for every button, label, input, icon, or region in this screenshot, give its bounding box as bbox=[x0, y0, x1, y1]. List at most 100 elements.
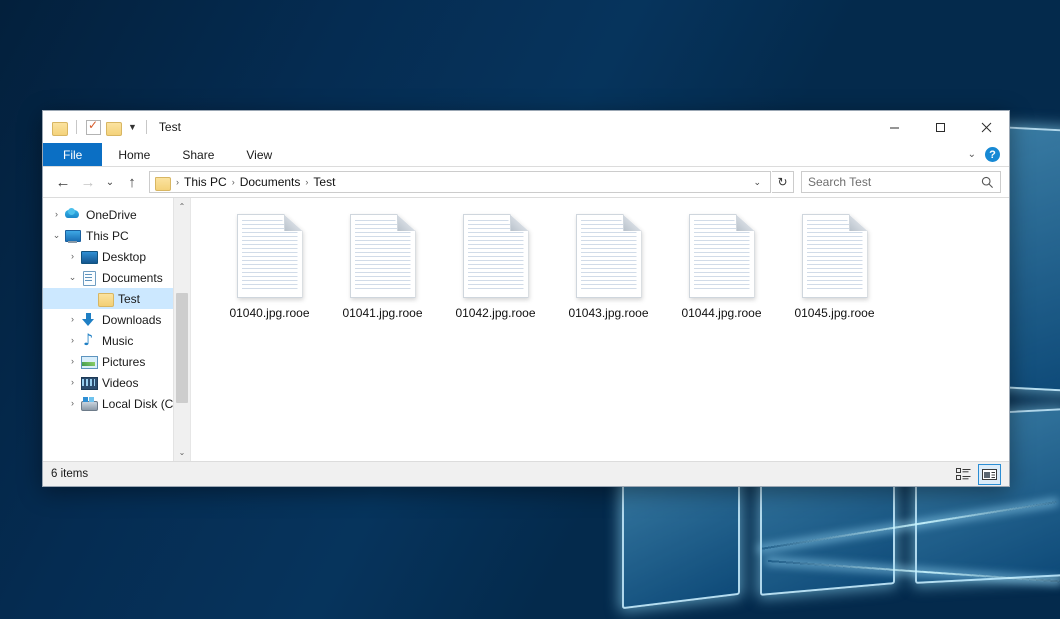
close-icon[interactable] bbox=[963, 111, 1009, 143]
file-name-label: 01041.jpg.rooe bbox=[342, 306, 422, 320]
twisty-collapsed-icon[interactable]: › bbox=[65, 378, 80, 387]
window-controls bbox=[871, 111, 1009, 143]
generic-document-icon bbox=[237, 214, 303, 298]
sidebar-item-desktop[interactable]: › Desktop bbox=[43, 246, 190, 267]
ribbon-right-controls: ⌄ ? bbox=[968, 143, 1009, 166]
file-name-label: 01044.jpg.rooe bbox=[681, 306, 761, 320]
twisty-collapsed-icon[interactable]: › bbox=[65, 357, 80, 366]
details-view-button[interactable] bbox=[952, 464, 975, 485]
recent-locations-button[interactable]: ⌄ bbox=[101, 170, 119, 194]
sidebar-item-videos[interactable]: › Videos bbox=[43, 372, 190, 393]
sidebar-scrollbar[interactable]: ⌃ ⌄ bbox=[173, 198, 190, 461]
sidebar-item-label: Videos bbox=[102, 376, 138, 390]
pictures-icon bbox=[80, 354, 97, 369]
scroll-up-icon[interactable]: ⌃ bbox=[174, 198, 190, 215]
breadcrumb[interactable]: › This PC › Documents › Test ⌄ bbox=[149, 171, 771, 193]
file-list-pane[interactable]: 01040.jpg.rooe 01041.jpg.rooe 01042.jpg.ro… bbox=[190, 198, 1009, 461]
file-item[interactable]: 01045.jpg.rooe bbox=[778, 210, 891, 320]
generic-document-icon bbox=[689, 214, 755, 298]
tab-file[interactable]: File bbox=[43, 143, 102, 166]
twisty-collapsed-icon[interactable]: › bbox=[65, 336, 80, 345]
customize-chevron-icon[interactable]: ▼ bbox=[128, 123, 137, 132]
twisty-expanded-icon[interactable]: ⌄ bbox=[49, 231, 64, 240]
breadcrumb-item-documents[interactable]: Documents bbox=[237, 175, 304, 189]
desktop-icon bbox=[80, 249, 97, 264]
properties-icon[interactable] bbox=[86, 120, 101, 135]
file-explorer-window: ▼ Test File Home Share View bbox=[42, 110, 1010, 487]
breadcrumb-item-this-pc[interactable]: This PC bbox=[181, 175, 230, 189]
folder-tree: › OneDrive ⌄ This PC › Desktop ⌄ Documents Test ›… bbox=[43, 204, 190, 414]
sidebar-item-label: Desktop bbox=[102, 250, 146, 264]
file-item[interactable]: 01041.jpg.rooe bbox=[326, 210, 439, 320]
downloads-icon bbox=[80, 312, 97, 327]
file-item[interactable]: 01040.jpg.rooe bbox=[213, 210, 326, 320]
sidebar-item-this-pc[interactable]: ⌄ This PC bbox=[43, 225, 190, 246]
file-icon-wrapper bbox=[237, 214, 303, 298]
file-icon-wrapper bbox=[689, 214, 755, 298]
file-item[interactable]: 01044.jpg.rooe bbox=[665, 210, 778, 320]
refresh-button[interactable]: ↻ bbox=[772, 171, 794, 193]
sidebar-item-local-disk-c[interactable]: › Local Disk (C:) bbox=[43, 393, 190, 414]
generic-document-icon bbox=[350, 214, 416, 298]
new-folder-icon[interactable] bbox=[106, 121, 121, 134]
search-input[interactable] bbox=[808, 175, 981, 189]
file-item[interactable]: 01042.jpg.rooe bbox=[439, 210, 552, 320]
scroll-down-icon[interactable]: ⌄ bbox=[174, 444, 190, 461]
sidebar-item-label: Documents bbox=[102, 271, 163, 285]
music-icon bbox=[80, 333, 97, 348]
sidebar-item-onedrive[interactable]: › OneDrive bbox=[43, 204, 190, 225]
sidebar-item-test[interactable]: Test bbox=[43, 288, 190, 309]
large-icons-view-button[interactable] bbox=[978, 464, 1001, 485]
maximize-icon[interactable] bbox=[917, 111, 963, 143]
sidebar-item-documents[interactable]: ⌄ Documents bbox=[43, 267, 190, 288]
breadcrumb-item-test[interactable]: Test bbox=[310, 175, 338, 189]
desktop-wallpaper: ▼ Test File Home Share View bbox=[0, 0, 1060, 619]
sidebar-item-label: OneDrive bbox=[86, 208, 137, 222]
back-button[interactable]: ← bbox=[51, 170, 75, 194]
tab-share[interactable]: Share bbox=[166, 143, 230, 166]
file-icon-wrapper bbox=[350, 214, 416, 298]
tab-view[interactable]: View bbox=[230, 143, 288, 166]
sidebar-item-downloads[interactable]: › Downloads bbox=[43, 309, 190, 330]
twisty-collapsed-icon[interactable]: › bbox=[65, 315, 80, 324]
folder-icon bbox=[96, 291, 113, 306]
folder-icon[interactable] bbox=[52, 121, 67, 134]
sidebar-item-label: Local Disk (C:) bbox=[102, 397, 181, 411]
window-title: Test bbox=[159, 120, 181, 134]
twisty-collapsed-icon[interactable]: › bbox=[65, 399, 80, 408]
status-bar: 6 items bbox=[43, 461, 1009, 486]
scrollbar-thumb[interactable] bbox=[176, 293, 188, 403]
videos-icon bbox=[80, 375, 97, 390]
sidebar-item-label: This PC bbox=[86, 229, 129, 243]
breadcrumb-separator: › bbox=[303, 177, 310, 187]
up-button[interactable]: ↑ bbox=[120, 170, 144, 194]
minimize-icon[interactable] bbox=[871, 111, 917, 143]
window-body: › OneDrive ⌄ This PC › Desktop ⌄ Documents Test ›… bbox=[43, 197, 1009, 461]
twisty-collapsed-icon[interactable]: › bbox=[49, 210, 64, 219]
sidebar-item-pictures[interactable]: ›Pictures bbox=[43, 351, 190, 372]
search-box[interactable] bbox=[801, 171, 1001, 193]
navigation-pane: › OneDrive ⌄ This PC › Desktop ⌄ Documents Test ›… bbox=[43, 198, 190, 461]
file-item[interactable]: 01043.jpg.rooe bbox=[552, 210, 665, 320]
file-name-label: 01043.jpg.rooe bbox=[568, 306, 648, 320]
file-name-label: 01045.jpg.rooe bbox=[794, 306, 874, 320]
file-icon-wrapper bbox=[802, 214, 868, 298]
twisty-collapsed-icon[interactable]: › bbox=[65, 252, 80, 261]
sidebar-item-label: Test bbox=[118, 292, 140, 306]
sidebar-item-music[interactable]: ›Music bbox=[43, 330, 190, 351]
chevron-down-icon[interactable]: ⌄ bbox=[968, 149, 976, 160]
title-bar[interactable]: ▼ Test bbox=[43, 111, 1009, 143]
file-icon-wrapper bbox=[463, 214, 529, 298]
breadcrumb-separator: › bbox=[230, 177, 237, 187]
twisty-expanded-icon[interactable]: ⌄ bbox=[65, 273, 80, 282]
documents-icon bbox=[80, 270, 97, 285]
sidebar-item-label: Downloads bbox=[102, 313, 161, 327]
item-count-label: 6 items bbox=[51, 468, 88, 480]
quick-access-toolbar[interactable]: ▼ bbox=[52, 120, 151, 135]
ribbon-tab-bar: File Home Share View ⌄ ? bbox=[43, 143, 1009, 167]
help-icon[interactable]: ? bbox=[985, 147, 1000, 162]
search-icon[interactable] bbox=[981, 176, 994, 189]
tab-home[interactable]: Home bbox=[102, 143, 166, 166]
generic-document-icon bbox=[802, 214, 868, 298]
breadcrumb-dropdown-icon[interactable]: ⌄ bbox=[747, 177, 767, 188]
